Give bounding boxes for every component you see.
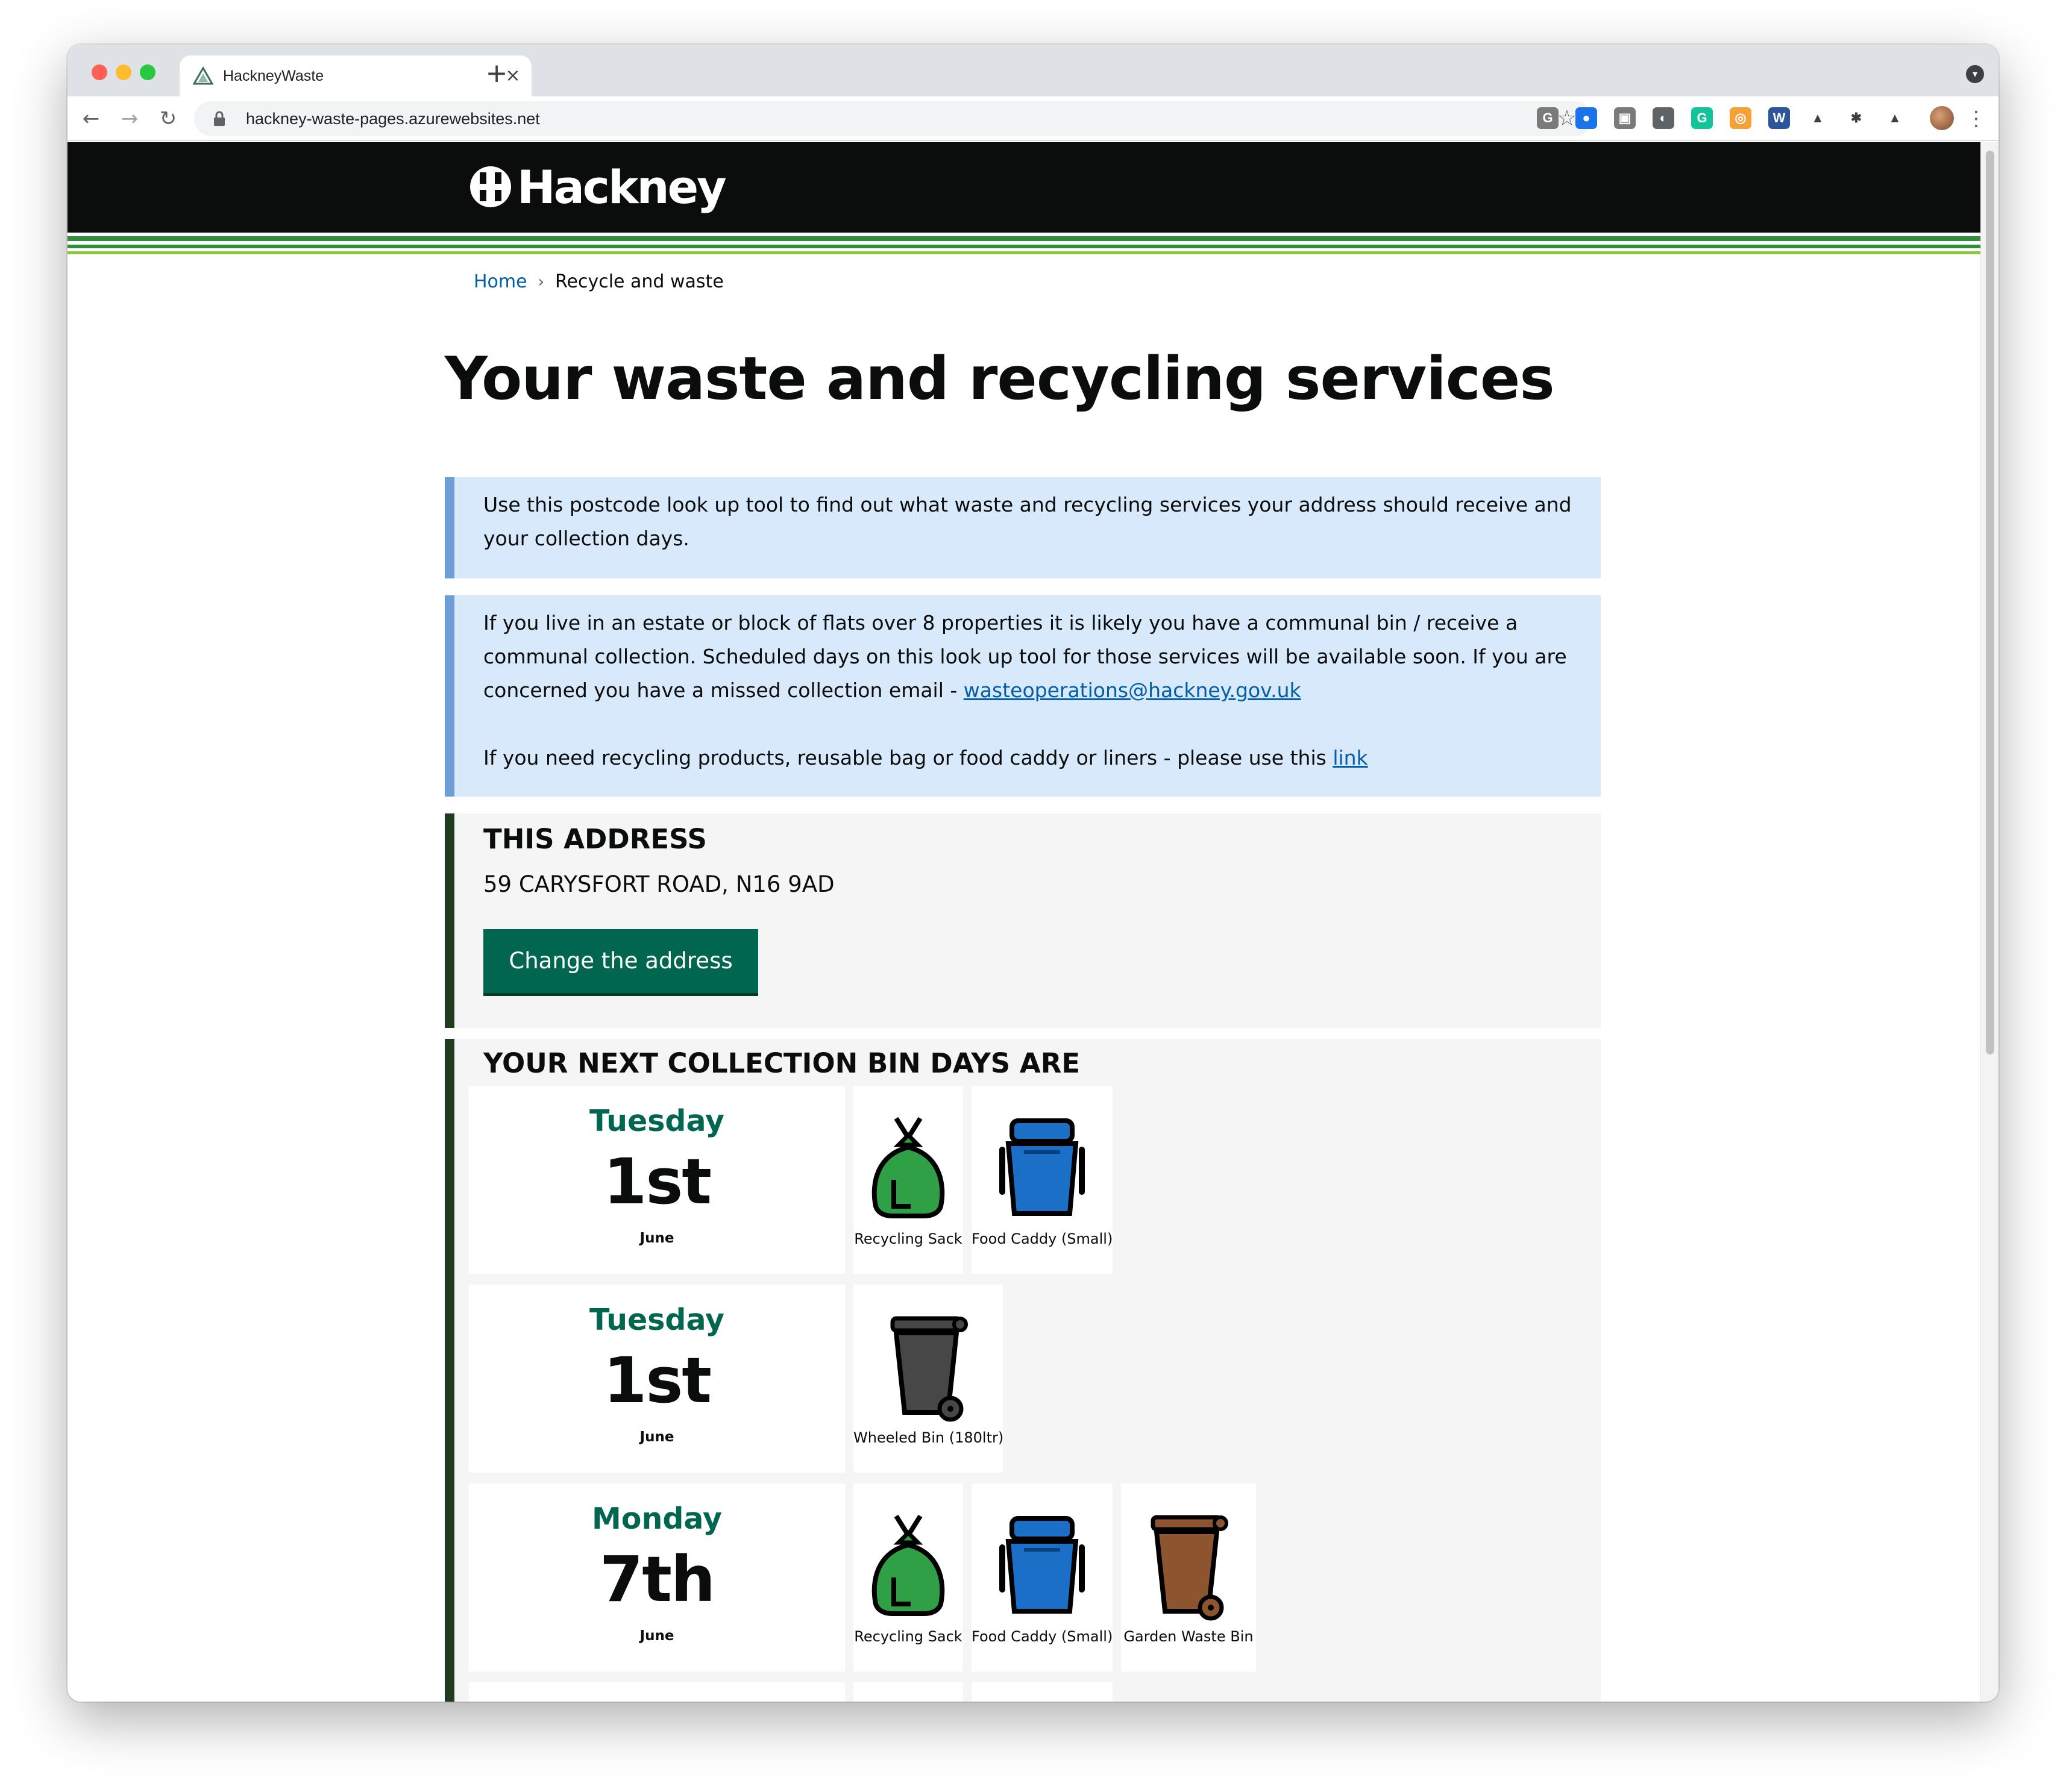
tab-title: HackneyWaste bbox=[223, 67, 324, 84]
info-box-lookup: Use this postcode look up tool to find o… bbox=[445, 477, 1601, 578]
bin-label: Garden Waste Bin bbox=[1123, 1628, 1254, 1645]
grammar-ext-icon[interactable]: G bbox=[1537, 107, 1559, 129]
hackney-favicon-icon bbox=[193, 66, 213, 85]
bin-card: Recycling Sack bbox=[853, 1086, 963, 1274]
garden-waste-bin-icon bbox=[1151, 1515, 1228, 1621]
scrollbar-thumb[interactable] bbox=[1986, 151, 1994, 1054]
breadcrumb: Home › Recycle and waste bbox=[474, 271, 724, 292]
day-month: June bbox=[639, 1230, 674, 1246]
collection-day-card: Monday 7th June bbox=[469, 1483, 845, 1671]
close-window-button[interactable] bbox=[92, 64, 107, 80]
change-address-button[interactable]: Change the address bbox=[483, 929, 758, 993]
bin-card: Wheeled Bin (180ltr) bbox=[853, 1285, 1003, 1473]
bin-label: Wheeled Bin (180ltr) bbox=[853, 1429, 1004, 1446]
day-name: Tuesday bbox=[589, 1104, 724, 1138]
header-stripe-green bbox=[68, 236, 1980, 241]
collection-day-card: Tuesday 1st June bbox=[469, 1285, 845, 1473]
day-name: Tuesday bbox=[589, 1303, 724, 1337]
info-products-body: If you need recycling products, reusable… bbox=[483, 746, 1333, 769]
location-ext-icon[interactable]: ● bbox=[1575, 107, 1597, 129]
day-month: June bbox=[639, 1429, 674, 1445]
day-name: Monday bbox=[469, 1700, 845, 1702]
bin-card: Recycling Sack bbox=[853, 1483, 963, 1671]
header-stripe-lime bbox=[68, 251, 1980, 254]
day-month: June bbox=[639, 1628, 674, 1644]
logo-text: Hackney bbox=[517, 160, 727, 214]
screenshot-ext-icon[interactable]: ▣ bbox=[1614, 107, 1636, 129]
address-value: 59 CARYSFORT ROAD, N16 9AD bbox=[483, 871, 835, 897]
day-date: 7th bbox=[599, 1543, 715, 1616]
bin-label: Recycling Sack bbox=[854, 1230, 962, 1247]
email-link[interactable]: wasteoperations@hackney.gov.uk bbox=[964, 678, 1301, 702]
bin-card: Food Caddy (Small) bbox=[972, 1086, 1113, 1274]
browser-window: HackneyWaste × + ▾ ← → ↻ hackney-waste-p… bbox=[68, 45, 1998, 1702]
puzzle-ext-icon[interactable]: ✱ bbox=[1845, 107, 1867, 129]
minimize-window-button[interactable] bbox=[116, 64, 131, 80]
maximize-window-button[interactable] bbox=[140, 64, 155, 80]
bin-card bbox=[853, 1682, 963, 1702]
info-communal-text: If you live in an estate or block of fla… bbox=[483, 606, 1577, 707]
tab-search-icon[interactable]: ▾ bbox=[1966, 65, 1984, 83]
orange-ext-icon[interactable]: ◎ bbox=[1730, 107, 1751, 129]
lock-icon bbox=[214, 111, 225, 126]
page-viewport: Hackney Home › Recycle and waste Your wa… bbox=[68, 142, 1980, 1702]
browser-tab[interactable]: HackneyWaste × bbox=[180, 55, 532, 96]
day-date: 1st bbox=[603, 1344, 712, 1417]
info-box-communal: If you live in an estate or block of fla… bbox=[445, 595, 1601, 797]
info-lookup-text: Use this postcode look up tool to find o… bbox=[483, 493, 1572, 550]
circle-ext-icon[interactable]: ◐ bbox=[1653, 107, 1674, 129]
address-bar[interactable]: hackney-waste-pages.azurewebsites.net ☆ bbox=[194, 101, 1592, 136]
hackney-h-logo-icon bbox=[470, 166, 511, 207]
collection-day-card: Monday bbox=[469, 1682, 845, 1702]
day-name: Monday bbox=[592, 1502, 722, 1536]
products-link[interactable]: link bbox=[1333, 746, 1367, 769]
grammarly-ext-icon[interactable]: G bbox=[1691, 107, 1713, 129]
chevron-right-icon: › bbox=[538, 272, 544, 291]
collections-heading: YOUR NEXT COLLECTION BIN DAYS ARE bbox=[483, 1047, 1081, 1079]
food-caddy-icon bbox=[999, 1516, 1085, 1614]
recycling-sack-icon bbox=[871, 1117, 945, 1218]
collections-panel: YOUR NEXT COLLECTION BIN DAYS ARE Tuesda… bbox=[445, 1039, 1601, 1702]
day-date: 1st bbox=[603, 1145, 712, 1218]
bin-label: Recycling Sack bbox=[854, 1628, 962, 1645]
page-title: Your waste and recycling services bbox=[445, 345, 1555, 413]
forward-arrow-icon[interactable]: → bbox=[116, 105, 143, 133]
address-heading: THIS ADDRESS bbox=[483, 823, 707, 855]
collection-day-card: Tuesday 1st June bbox=[469, 1086, 845, 1274]
bin-card bbox=[972, 1682, 1113, 1702]
more-menu-icon[interactable]: ⋮ bbox=[1966, 105, 1986, 133]
bin-label: Food Caddy (Small) bbox=[972, 1628, 1113, 1645]
back-arrow-icon[interactable]: ← bbox=[77, 105, 105, 133]
food-caddy-icon bbox=[999, 1118, 1085, 1216]
recycling-sack-icon bbox=[871, 1514, 945, 1616]
bin-card: Garden Waste Bin bbox=[1121, 1483, 1256, 1671]
lab-ext-icon[interactable]: ▲ bbox=[1884, 107, 1906, 129]
bin-label: Food Caddy (Small) bbox=[972, 1230, 1113, 1247]
site-header: Hackney bbox=[68, 142, 1980, 233]
hackney-logo[interactable]: Hackney bbox=[468, 160, 727, 214]
url-text: hackney-waste-pages.azurewebsites.net bbox=[246, 110, 540, 128]
person-ext-icon[interactable]: ▲ bbox=[1807, 107, 1829, 129]
page-scrollbar[interactable] bbox=[1980, 142, 1998, 1702]
breadcrumb-home-link[interactable]: Home bbox=[474, 271, 527, 292]
word-ext-icon[interactable]: W bbox=[1768, 107, 1790, 129]
bookmark-star-icon[interactable]: ☆ bbox=[1557, 105, 1577, 133]
wheeled-bin-icon bbox=[890, 1316, 968, 1422]
bin-card: Food Caddy (Small) bbox=[972, 1483, 1113, 1671]
avatar[interactable] bbox=[1930, 106, 1954, 130]
browser-toolbar: ← → ↻ hackney-waste-pages.azurewebsites.… bbox=[68, 96, 1998, 141]
breadcrumb-current: Recycle and waste bbox=[555, 271, 724, 292]
info-products-text: If you need recycling products, reusable… bbox=[483, 741, 1577, 775]
new-tab-button[interactable]: + bbox=[483, 60, 510, 88]
address-panel: THIS ADDRESS 59 CARYSFORT ROAD, N16 9AD … bbox=[445, 813, 1601, 1028]
tab-strip: HackneyWaste × + ▾ bbox=[68, 45, 1998, 96]
reload-icon[interactable]: ↻ bbox=[154, 105, 182, 133]
